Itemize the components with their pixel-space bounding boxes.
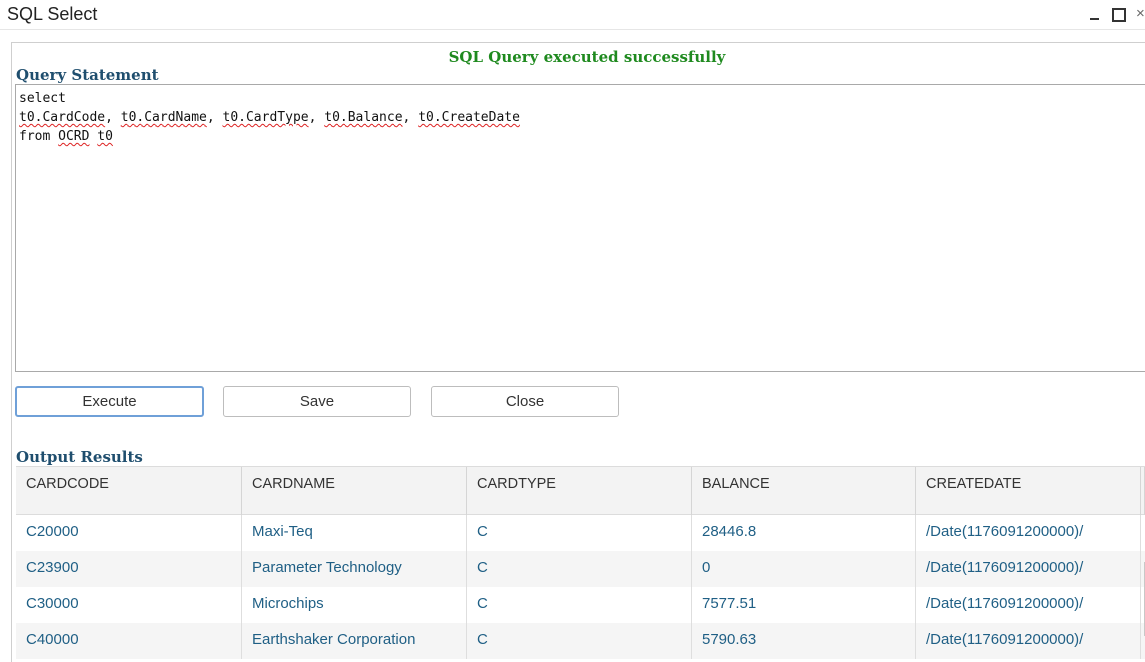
column-header-cardcode[interactable]: CARDCODE [16,467,242,515]
query-line: t0.CardCode, t0.CardName, t0.CardType, t… [19,110,520,125]
cell-createdate: /Date(1176091200000)/ [916,587,1141,623]
status-message: SQL Query executed successfully [448,48,726,66]
query-editor[interactable]: select t0.CardCode, t0.CardName, t0.Card… [15,84,1145,372]
execute-button[interactable]: Execute [15,386,204,417]
table-row[interactable]: C30000 Microchips C 7577.51 /Date(117609… [16,587,1145,623]
results-grid: CARDCODE CARDNAME CARDTYPE BALANCE CREAT… [16,466,1145,662]
title-bar: SQL Select × [0,0,1145,30]
cell-cardcode: C23900 [16,551,242,587]
close-button[interactable]: Close [431,386,619,417]
query-token: t0.CardName [120,110,207,125]
cell-cardtype: C [467,515,692,551]
table-row[interactable]: C20000 Maxi-Teq C 28446.8 /Date(11760912… [16,515,1145,551]
query-line: from OCRD t0 [19,129,113,144]
cell-cardcode: C20000 [16,515,242,551]
cell-balance: 28446.8 [692,515,916,551]
minimize-icon[interactable] [1089,5,1101,23]
cell-cardcode: C40000 [16,623,242,659]
cell-balance: 7577.51 [692,587,916,623]
cell-cardname: Parameter Technology [242,551,467,587]
cell-cardtype: C [467,623,692,659]
query-token: t0 [97,129,113,144]
column-header-createdate[interactable]: CREATEDATE [916,467,1141,515]
cell-balance: 0 [692,551,916,587]
column-header-cardtype[interactable]: CARDTYPE [467,467,692,515]
query-token: t0.Balance [324,110,403,125]
maximize-icon[interactable] [1111,5,1126,23]
cell-createdate: /Date(1176091200000)/ [916,623,1141,659]
query-token: t0.CreateDate [418,110,520,125]
query-token: OCRD [58,129,90,144]
query-token: t0.CardCode [19,110,106,125]
cell-cardtype: C [467,551,692,587]
cell-cardname: Microchips [242,587,467,623]
query-token: t0.CardType [222,110,309,125]
output-results-label: Output Results [16,448,143,466]
grid-header: CARDCODE CARDNAME CARDTYPE BALANCE CREAT… [16,466,1145,515]
cell-createdate: /Date(1176091200000)/ [916,551,1141,587]
cell-cardtype: C [467,587,692,623]
close-icon[interactable]: × [1136,5,1145,23]
cell-cardname: Earthshaker Corporation [242,623,467,659]
query-line: select [19,91,66,106]
query-statement-label: Query Statement [16,66,159,84]
sql-dialog-panel: SQL Query executed successfully Query St… [11,42,1145,662]
save-button[interactable]: Save [223,386,411,417]
cell-createdate: /Date(1176091200000)/ [916,515,1141,551]
table-row[interactable]: C40000 Earthshaker Corporation C 5790.63… [16,623,1145,659]
cell-balance: 5790.63 [692,623,916,659]
cell-cardname: Maxi-Teq [242,515,467,551]
column-header-balance[interactable]: BALANCE [692,467,916,515]
table-row[interactable]: C23900 Parameter Technology C 0 /Date(11… [16,551,1145,587]
column-header-cardname[interactable]: CARDNAME [242,467,467,515]
window-title: SQL Select [7,4,98,24]
cell-cardcode: C30000 [16,587,242,623]
